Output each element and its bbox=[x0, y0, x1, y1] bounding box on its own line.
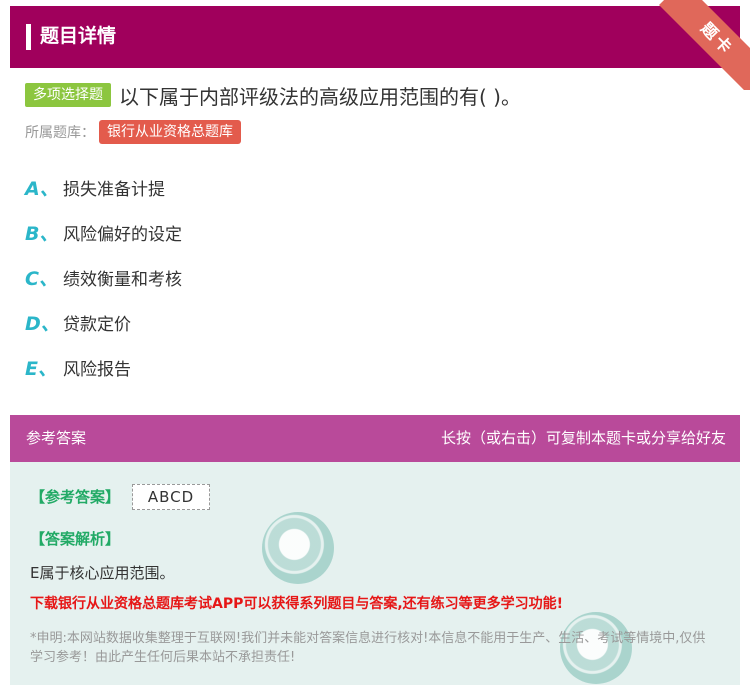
answer-section-title: 参考答案 bbox=[26, 429, 87, 447]
option-c[interactable]: C、 绩效衡量和考核 bbox=[25, 262, 182, 292]
answer-label: 【参考答案】 bbox=[30, 488, 121, 506]
option-text: 贷款定价 bbox=[63, 314, 131, 335]
analysis-text: E属于核心应用范围。 bbox=[30, 564, 175, 582]
question-type-badge: 多项选择题 bbox=[25, 83, 111, 107]
answer-body: 【参考答案】 ABCD 【答案解析】 E属于核心应用范围。 下载银行从业资格总题… bbox=[10, 462, 740, 685]
option-letter: D、 bbox=[25, 312, 60, 335]
bank-tag-link[interactable]: 银行从业资格总题库 bbox=[99, 120, 241, 144]
page-title: 题目详情 bbox=[40, 25, 117, 47]
disclaimer-text: *申明:本网站数据收集整理于互联网!我们并未能对答案信息进行核对!本信息不能用于… bbox=[30, 631, 706, 665]
bank-row: 所属题库： 银行从业资格总题库 bbox=[25, 120, 241, 144]
option-text: 风险报告 bbox=[63, 359, 131, 380]
header-accent-mark bbox=[26, 24, 31, 50]
corner-tag: 题卡 bbox=[659, 0, 750, 90]
option-letter: B、 bbox=[25, 222, 59, 245]
option-letter: E、 bbox=[25, 357, 57, 380]
option-text: 绩效衡量和考核 bbox=[63, 269, 182, 290]
share-hint: 长按（或右击）可复制本题卡或分享给好友 bbox=[440, 429, 726, 447]
analysis-label: 【答案解析】 bbox=[30, 530, 121, 548]
question-row: 多项选择题 以下属于内部评级法的高级应用范围的有( )。 bbox=[25, 78, 521, 112]
option-text: 损失准备计提 bbox=[63, 179, 165, 200]
answer-value: ABCD bbox=[132, 484, 210, 510]
option-b[interactable]: B、 风险偏好的设定 bbox=[25, 217, 182, 247]
corner-ribbon: 题卡 bbox=[640, 0, 750, 90]
option-text: 风险偏好的设定 bbox=[63, 224, 182, 245]
answer-header: 参考答案 长按（或右击）可复制本题卡或分享给好友 bbox=[10, 415, 740, 462]
bank-label: 所属题库： bbox=[25, 125, 95, 141]
header-bar: 题目详情 bbox=[10, 6, 740, 68]
app-promo-link[interactable]: 下载银行从业资格总题库考试APP可以获得系列题目与答案,还有练习等更多学习功能! bbox=[30, 593, 563, 613]
option-letter: A、 bbox=[25, 177, 59, 200]
watermark-logo bbox=[262, 512, 334, 584]
option-a[interactable]: A、 损失准备计提 bbox=[25, 172, 165, 202]
option-letter: C、 bbox=[25, 267, 58, 290]
option-e[interactable]: E、 风险报告 bbox=[25, 352, 131, 382]
option-d[interactable]: D、 贷款定价 bbox=[25, 307, 131, 337]
question-text: 以下属于内部评级法的高级应用范围的有( )。 bbox=[119, 84, 521, 109]
